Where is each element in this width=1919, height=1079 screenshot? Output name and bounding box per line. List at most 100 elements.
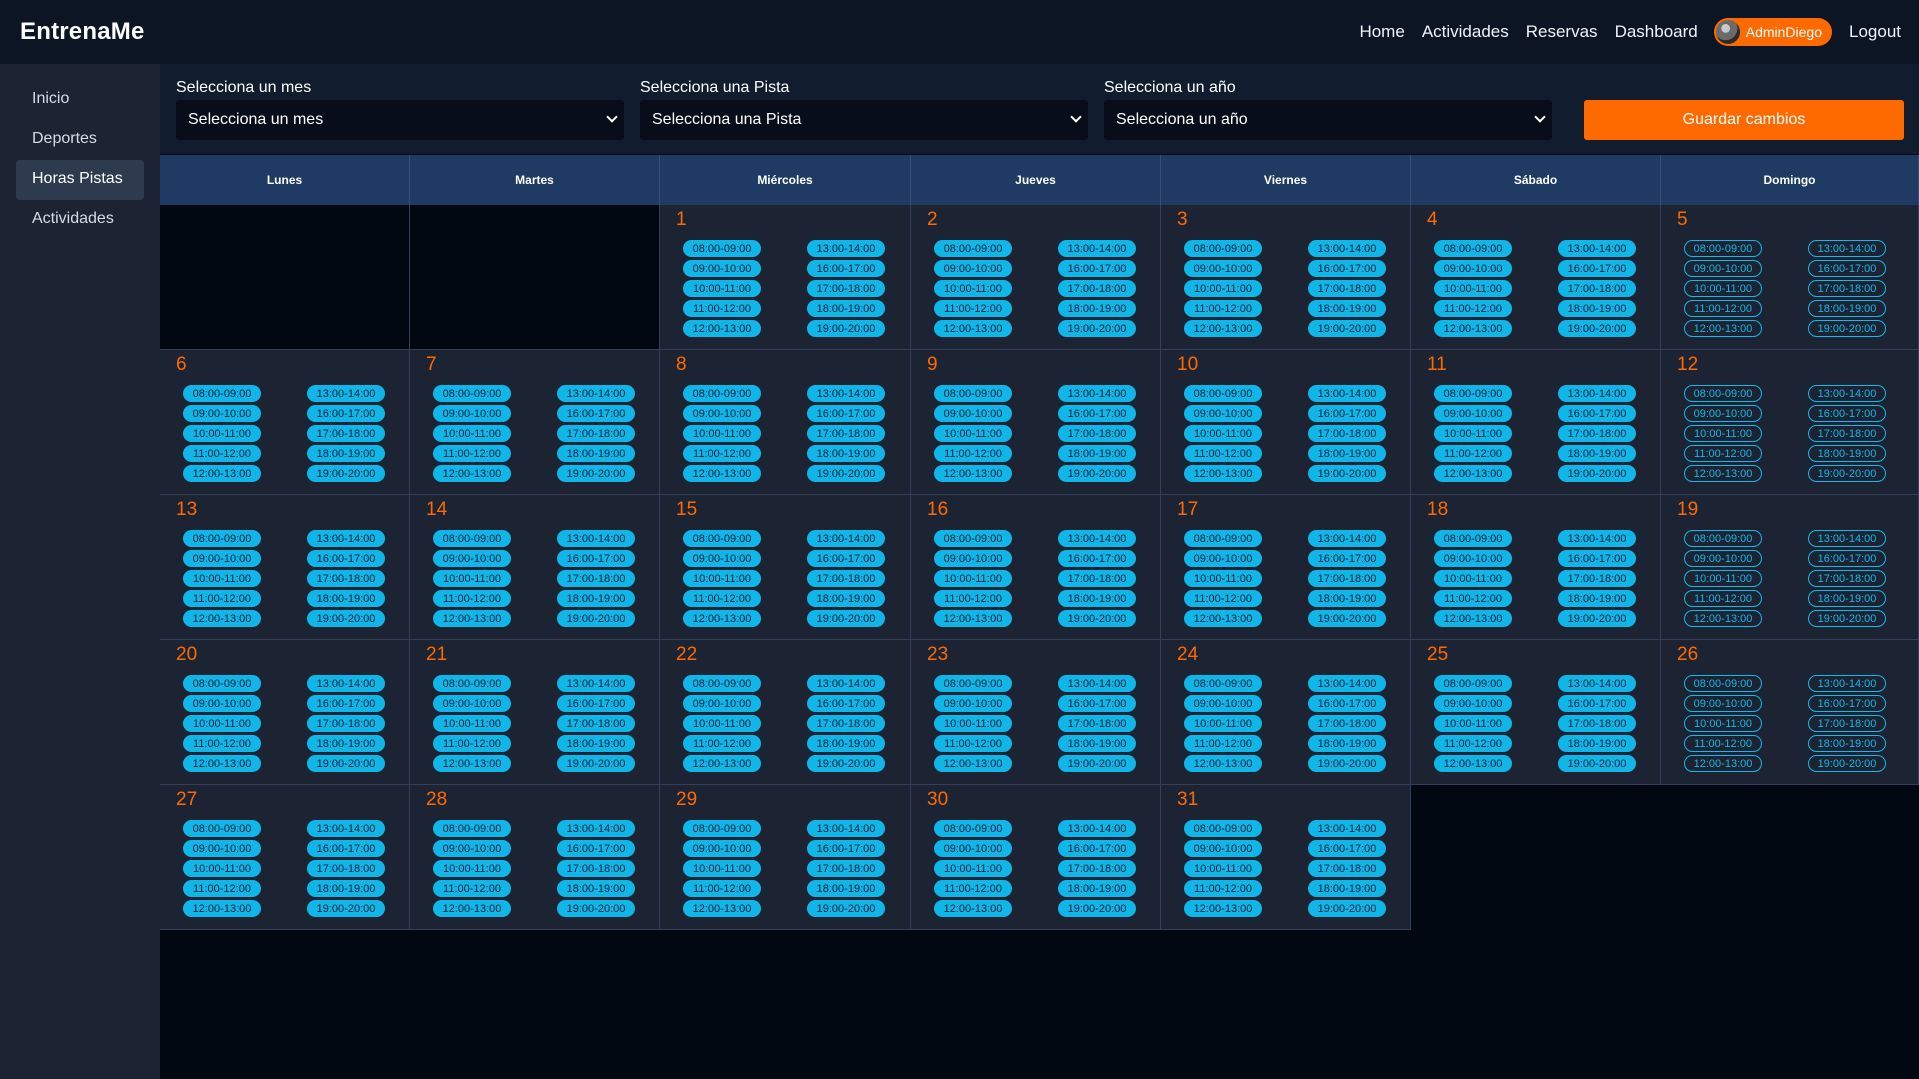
time-slot[interactable]: 13:00-14:00 [1808,240,1886,257]
time-slot[interactable]: 18:00-19:00 [1558,590,1636,607]
time-slot[interactable]: 10:00-11:00 [683,860,761,877]
time-slot[interactable]: 19:00-20:00 [307,755,385,772]
time-slot[interactable]: 13:00-14:00 [1308,385,1386,402]
time-slot[interactable]: 19:00-20:00 [1308,320,1386,337]
time-slot[interactable]: 19:00-20:00 [1308,610,1386,627]
time-slot[interactable]: 08:00-09:00 [683,530,761,547]
time-slot[interactable]: 08:00-09:00 [683,385,761,402]
time-slot[interactable]: 10:00-11:00 [934,715,1012,732]
time-slot[interactable]: 08:00-09:00 [683,675,761,692]
time-slot[interactable]: 16:00-17:00 [807,405,885,422]
time-slot[interactable]: 18:00-19:00 [1058,445,1136,462]
time-slot[interactable]: 10:00-11:00 [934,570,1012,587]
time-slot[interactable]: 17:00-18:00 [1808,715,1886,732]
time-slot[interactable]: 19:00-20:00 [1808,320,1886,337]
time-slot[interactable]: 09:00-10:00 [183,405,261,422]
time-slot[interactable]: 18:00-19:00 [1558,735,1636,752]
time-slot[interactable]: 09:00-10:00 [183,550,261,567]
time-slot[interactable]: 17:00-18:00 [1558,570,1636,587]
time-slot[interactable]: 09:00-10:00 [683,695,761,712]
time-slot[interactable]: 11:00-12:00 [934,735,1012,752]
time-slot[interactable]: 18:00-19:00 [1808,445,1886,462]
time-slot[interactable]: 09:00-10:00 [1684,405,1762,422]
time-slot[interactable]: 08:00-09:00 [1434,675,1512,692]
time-slot[interactable]: 17:00-18:00 [1058,425,1136,442]
time-slot[interactable]: 19:00-20:00 [557,755,635,772]
time-slot[interactable]: 10:00-11:00 [683,280,761,297]
time-slot[interactable]: 10:00-11:00 [1184,570,1262,587]
time-slot[interactable]: 09:00-10:00 [934,695,1012,712]
time-slot[interactable]: 13:00-14:00 [1308,240,1386,257]
time-slot[interactable]: 19:00-20:00 [807,900,885,917]
time-slot[interactable]: 12:00-13:00 [1184,610,1262,627]
time-slot[interactable]: 08:00-09:00 [934,240,1012,257]
time-slot[interactable]: 09:00-10:00 [683,405,761,422]
time-slot[interactable]: 17:00-18:00 [807,425,885,442]
time-slot[interactable]: 11:00-12:00 [1434,735,1512,752]
time-slot[interactable]: 11:00-12:00 [934,590,1012,607]
time-slot[interactable]: 18:00-19:00 [1308,300,1386,317]
time-slot[interactable]: 12:00-13:00 [934,465,1012,482]
time-slot[interactable]: 16:00-17:00 [1308,840,1386,857]
time-slot[interactable]: 09:00-10:00 [683,840,761,857]
time-slot[interactable]: 09:00-10:00 [683,260,761,277]
time-slot[interactable]: 19:00-20:00 [807,465,885,482]
time-slot[interactable]: 16:00-17:00 [1558,260,1636,277]
time-slot[interactable]: 08:00-09:00 [934,820,1012,837]
time-slot[interactable]: 13:00-14:00 [307,530,385,547]
time-slot[interactable]: 12:00-13:00 [934,900,1012,917]
time-slot[interactable]: 08:00-09:00 [1184,240,1262,257]
time-slot[interactable]: 13:00-14:00 [1058,385,1136,402]
time-slot[interactable]: 12:00-13:00 [433,465,511,482]
time-slot[interactable]: 13:00-14:00 [1058,530,1136,547]
time-slot[interactable]: 17:00-18:00 [557,860,635,877]
time-slot[interactable]: 19:00-20:00 [1058,320,1136,337]
time-slot[interactable]: 16:00-17:00 [1808,550,1886,567]
time-slot[interactable]: 09:00-10:00 [183,840,261,857]
time-slot[interactable]: 09:00-10:00 [433,840,511,857]
time-slot[interactable]: 16:00-17:00 [307,405,385,422]
time-slot[interactable]: 13:00-14:00 [807,530,885,547]
time-slot[interactable]: 18:00-19:00 [557,880,635,897]
time-slot[interactable]: 13:00-14:00 [1308,675,1386,692]
sidebar-item-inicio[interactable]: Inicio [16,80,144,120]
sidebar-item-actividades[interactable]: Actividades [16,200,144,240]
time-slot[interactable]: 10:00-11:00 [433,715,511,732]
time-slot[interactable]: 17:00-18:00 [557,570,635,587]
time-slot[interactable]: 10:00-11:00 [433,860,511,877]
time-slot[interactable]: 17:00-18:00 [1308,425,1386,442]
time-slot[interactable]: 10:00-11:00 [683,715,761,732]
time-slot[interactable]: 12:00-13:00 [1184,320,1262,337]
nav-link-dashboard[interactable]: Dashboard [1615,22,1698,42]
time-slot[interactable]: 19:00-20:00 [1558,755,1636,772]
time-slot[interactable]: 09:00-10:00 [1434,405,1512,422]
time-slot[interactable]: 18:00-19:00 [1058,735,1136,752]
time-slot[interactable]: 17:00-18:00 [807,715,885,732]
time-slot[interactable]: 19:00-20:00 [1558,465,1636,482]
time-slot[interactable]: 09:00-10:00 [1434,260,1512,277]
time-slot[interactable]: 08:00-09:00 [1434,530,1512,547]
time-slot[interactable]: 11:00-12:00 [433,880,511,897]
time-slot[interactable]: 18:00-19:00 [1308,735,1386,752]
time-slot[interactable]: 18:00-19:00 [1058,590,1136,607]
time-slot[interactable]: 09:00-10:00 [934,550,1012,567]
time-slot[interactable]: 19:00-20:00 [1058,610,1136,627]
time-slot[interactable]: 10:00-11:00 [183,570,261,587]
time-slot[interactable]: 11:00-12:00 [1434,590,1512,607]
time-slot[interactable]: 08:00-09:00 [1184,675,1262,692]
time-slot[interactable]: 08:00-09:00 [433,385,511,402]
time-slot[interactable]: 08:00-09:00 [683,240,761,257]
time-slot[interactable]: 08:00-09:00 [1684,675,1762,692]
nav-link-home[interactable]: Home [1359,22,1404,42]
time-slot[interactable]: 19:00-20:00 [1808,465,1886,482]
time-slot[interactable]: 16:00-17:00 [1808,405,1886,422]
time-slot[interactable]: 08:00-09:00 [183,820,261,837]
time-slot[interactable]: 10:00-11:00 [1434,425,1512,442]
save-button[interactable]: Guardar cambios [1584,100,1904,140]
time-slot[interactable]: 10:00-11:00 [934,280,1012,297]
time-slot[interactable]: 13:00-14:00 [557,385,635,402]
time-slot[interactable]: 13:00-14:00 [1058,675,1136,692]
time-slot[interactable]: 16:00-17:00 [1558,405,1636,422]
time-slot[interactable]: 16:00-17:00 [807,260,885,277]
time-slot[interactable]: 08:00-09:00 [934,530,1012,547]
